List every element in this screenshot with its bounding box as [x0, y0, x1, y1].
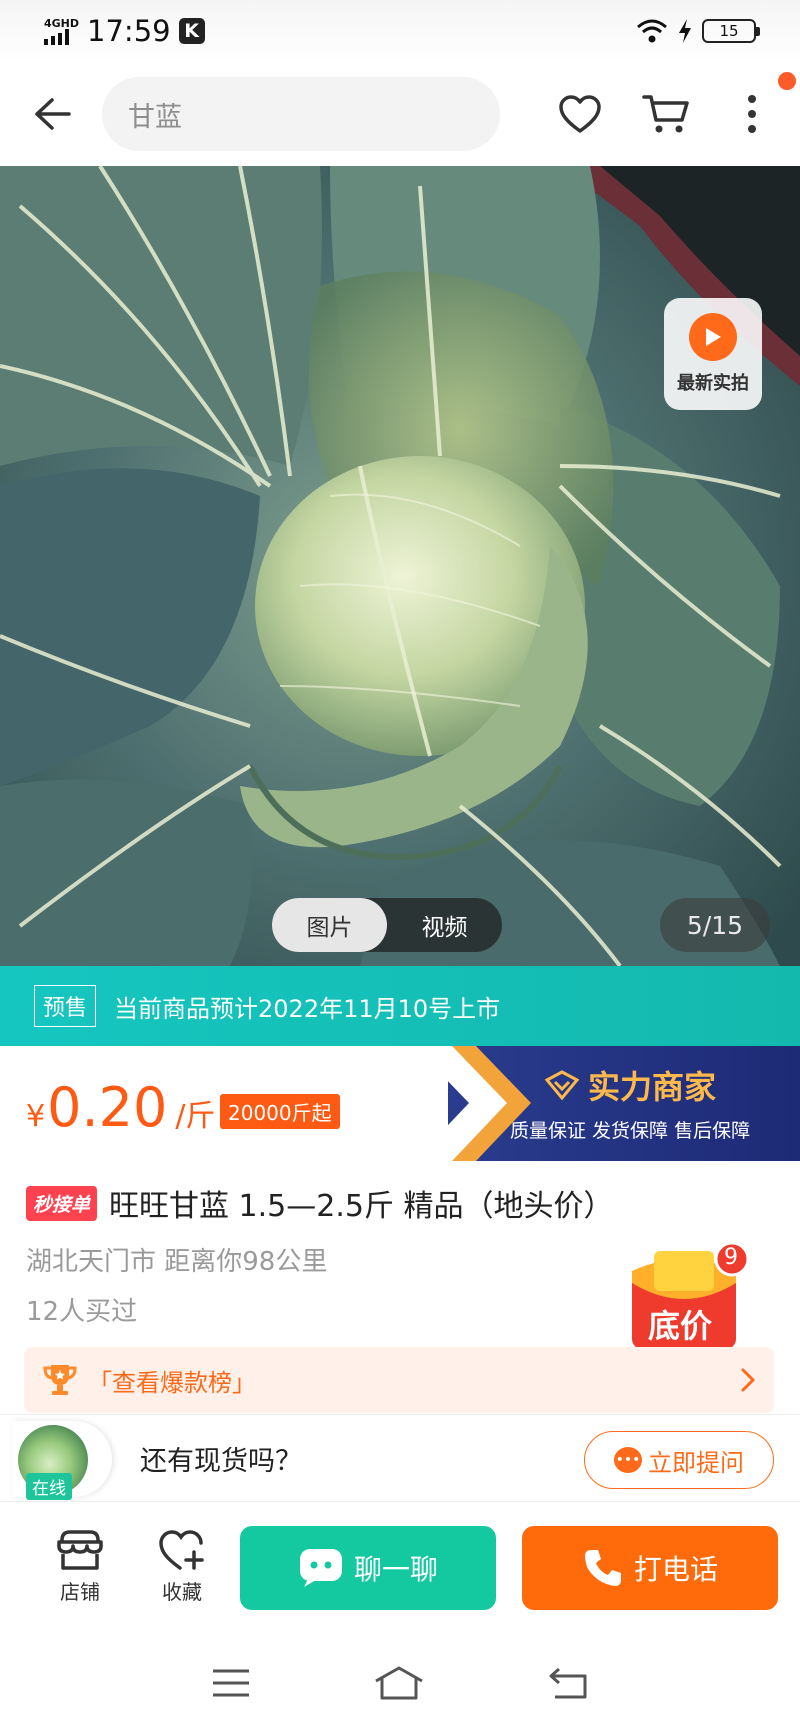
- battery-level: 15: [719, 22, 739, 40]
- verified-shield-icon: [544, 1070, 580, 1100]
- ask-now-label: 立即提问: [648, 1448, 744, 1477]
- cart-icon: [642, 95, 689, 133]
- chevron-right-icon: [741, 1368, 756, 1392]
- hot-list-label: 「查看爆款榜」: [88, 1368, 256, 1397]
- low-price-count: 9: [724, 1245, 738, 1270]
- price: ¥ 0.20 /斤: [26, 1076, 215, 1139]
- product-title: 旺旺甘蓝 1.5—2.5斤 精品（地头价）: [109, 1189, 614, 1224]
- phone-icon: [584, 1550, 621, 1586]
- play-icon: [689, 313, 737, 361]
- call-button[interactable]: 打电话: [522, 1526, 778, 1610]
- presale-tag: 预售: [34, 985, 97, 1027]
- status-bar: 4GHD 17:59 K 15: [0, 0, 800, 62]
- signal-icon: 4GHD: [44, 18, 79, 45]
- tab-photos[interactable]: 图片: [272, 898, 387, 952]
- heart-plus-icon: [159, 1530, 204, 1570]
- back-button[interactable]: [24, 86, 80, 142]
- charging-icon: [679, 19, 691, 43]
- hot-list-link[interactable]: 「查看爆款榜」: [24, 1347, 774, 1413]
- favorite-shop-button[interactable]: 收藏: [142, 1528, 222, 1605]
- sold-count: 12人买过: [26, 1297, 138, 1327]
- merchant-title: 实力商家: [544, 1062, 716, 1108]
- image-counter: 5/15: [660, 898, 770, 952]
- more-vertical-icon: [748, 95, 756, 133]
- low-price-label: 底价: [648, 1307, 713, 1345]
- media-toggle: 图片 视频: [272, 898, 502, 952]
- notification-dot: [778, 72, 796, 90]
- trophy-icon: [43, 1365, 77, 1395]
- network-type: 4GHD: [44, 16, 80, 30]
- app-notification-icon: K: [178, 18, 205, 44]
- back-arrow-icon: [35, 98, 71, 130]
- heart-icon: [559, 95, 601, 133]
- presale-text: 当前商品预计2022年11月10号上市: [114, 994, 501, 1023]
- chat-label: 聊一聊: [353, 1553, 438, 1586]
- call-label: 打电话: [633, 1553, 718, 1586]
- price-currency: ¥: [26, 1099, 46, 1134]
- home-icon[interactable]: [373, 1665, 425, 1701]
- merchant-guarantees: 质量保证 发货保障 售后保障: [510, 1120, 751, 1142]
- price-value: 0.20: [47, 1076, 168, 1139]
- clock: 17:59: [87, 14, 171, 48]
- chat-icon: [299, 1549, 342, 1587]
- product-location: 湖北天门市 距离你98公里: [26, 1247, 328, 1277]
- presale-banner: 预售 当前商品预计2022年11月10号上市: [0, 966, 800, 1046]
- low-price-button[interactable]: 9 底价: [628, 1241, 750, 1353]
- favorite-button[interactable]: [556, 90, 604, 138]
- bottom-action-bar: 店铺 收藏 聊一聊 打电话: [0, 1502, 800, 1632]
- price-unit: /斤: [175, 1099, 216, 1134]
- favorite-label: 收藏: [162, 1580, 202, 1604]
- cart-button[interactable]: [642, 90, 690, 138]
- chat-bubble-icon: •••: [614, 1447, 642, 1473]
- chat-button[interactable]: 聊一聊: [240, 1526, 496, 1610]
- cabbage-photo: [0, 166, 800, 966]
- menu-icon[interactable]: [211, 1668, 251, 1698]
- live-photo-label: 最新实拍: [677, 373, 749, 394]
- price-section: ¥ 0.20 /斤 20000斤起 实力商家 质量保证 发货保障 售后保障: [0, 1046, 800, 1161]
- merchant-banner[interactable]: 实力商家 质量保证 发货保障 售后保障: [448, 1046, 800, 1161]
- search-query: 甘蓝: [128, 101, 182, 133]
- live-photo-button[interactable]: 最新实拍: [664, 298, 762, 410]
- online-status-badge: 在线: [26, 1473, 72, 1500]
- product-image-gallery[interactable]: 最新实拍 图片 视频 5/15: [0, 166, 800, 966]
- quick-question-bar: 在线 还有现货吗？ ••• 立即提问: [0, 1414, 800, 1502]
- ask-now-button[interactable]: ••• 立即提问: [584, 1431, 774, 1489]
- search-input[interactable]: 甘蓝: [102, 77, 500, 151]
- back-nav-icon[interactable]: [547, 1666, 589, 1700]
- seller-avatar-card[interactable]: 在线: [12, 1421, 112, 1500]
- quick-reply-badge: 秒接单: [26, 1185, 98, 1221]
- merchant-title-text: 实力商家: [588, 1068, 717, 1106]
- tab-video[interactable]: 视频: [387, 898, 502, 952]
- shop-button[interactable]: 店铺: [40, 1528, 120, 1605]
- suggested-question[interactable]: 还有现货吗？: [140, 1439, 302, 1478]
- shop-label: 店铺: [60, 1580, 100, 1604]
- more-menu-button[interactable]: [728, 72, 796, 138]
- battery-indicator: 15: [702, 19, 760, 43]
- wifi-icon: [637, 19, 667, 43]
- shop-icon: [57, 1530, 103, 1570]
- top-nav: 甘蓝: [0, 62, 800, 166]
- chevron-decoration: [448, 1046, 531, 1161]
- min-order-badge: 20000斤起: [220, 1094, 340, 1129]
- system-navigation-bar: [0, 1632, 800, 1733]
- product-info: 秒接单 旺旺甘蓝 1.5—2.5斤 精品（地头价） 湖北天门市 距离你98公里 …: [0, 1161, 800, 1416]
